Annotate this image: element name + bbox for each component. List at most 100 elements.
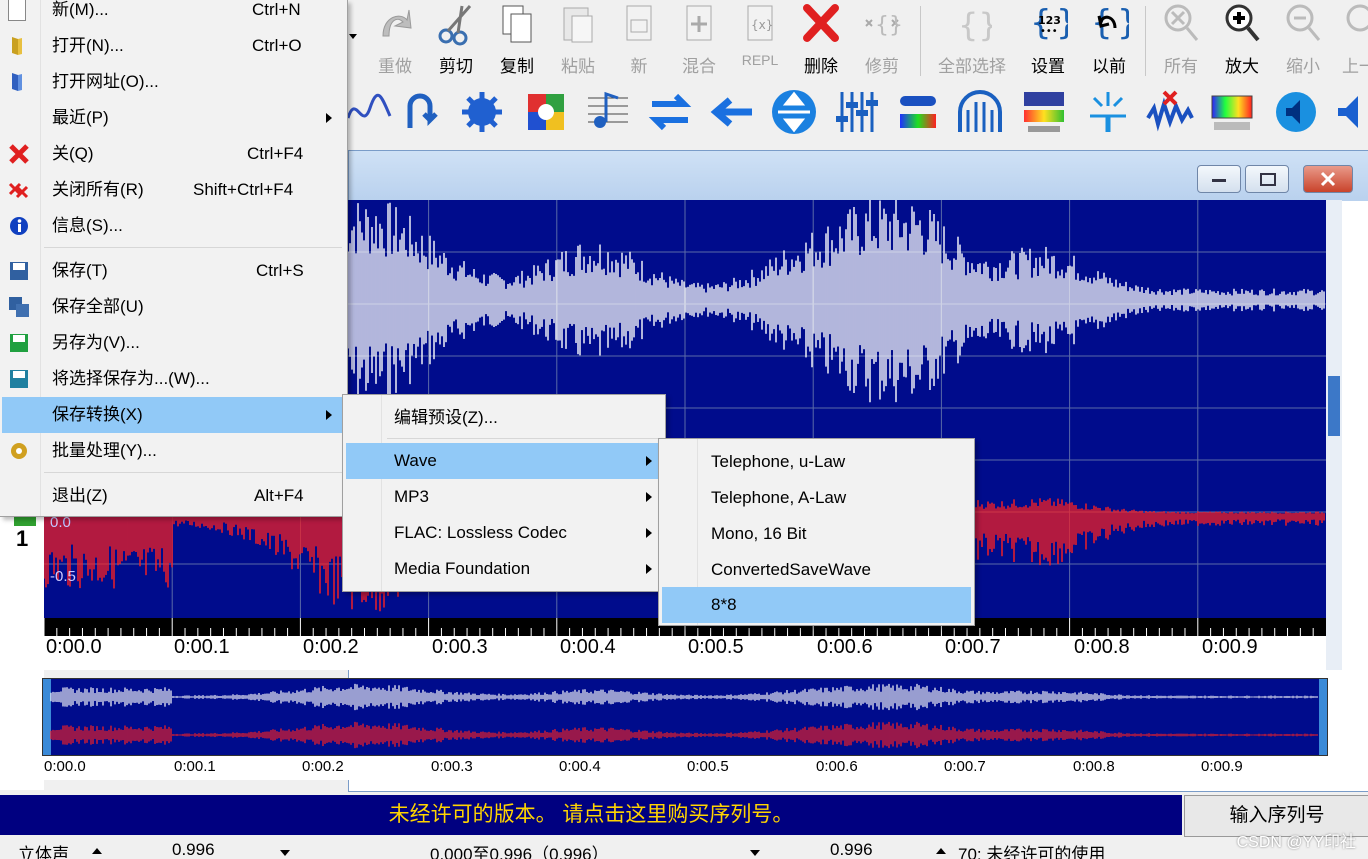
menu-item-open-url[interactable]: 打开网址(O)... <box>0 64 347 100</box>
position-field: 0.996 <box>830 840 873 859</box>
menu-label: 批量处理(Y)... <box>52 441 157 460</box>
zoom-all-label: 所有 <box>1164 57 1198 76</box>
menu-separator <box>387 438 661 439</box>
menu-label: 信息(S)... <box>52 216 123 235</box>
color-effect-icon[interactable] <box>522 88 570 136</box>
menu-item-telephone-alaw[interactable]: Telephone, A-Law <box>659 480 974 516</box>
equalizer-icon[interactable] <box>832 88 880 136</box>
previous-button[interactable]: {} 以前 <box>1080 0 1138 78</box>
menu-item-save[interactable]: 保存(T) Ctrl+S <box>0 253 347 289</box>
spectrum-bar-icon[interactable] <box>894 88 942 136</box>
menu-item-mono-16bit[interactable]: Mono, 16 Bit <box>659 516 974 552</box>
burst-icon[interactable] <box>1084 88 1132 136</box>
menu-item-8x8[interactable]: 8*8 <box>662 587 971 623</box>
menu-item-edit-presets[interactable]: 编辑预设(Z)... <box>343 400 665 436</box>
menu-item-converted-save-wave[interactable]: ConvertedSaveWave <box>659 552 974 588</box>
overview-canvas[interactable] <box>43 679 1327 755</box>
menu-item-save-convert[interactable]: 保存转换(X) <box>2 397 344 433</box>
noise-remove-icon[interactable] <box>1146 88 1194 136</box>
vertical-expand-icon[interactable] <box>770 88 818 136</box>
arch-filter-icon[interactable] <box>956 88 1004 136</box>
settings-icon: {}123••• <box>1030 3 1068 43</box>
submenu-arrow-icon <box>326 113 332 123</box>
gear-effect-icon[interactable] <box>458 88 506 136</box>
channels-spin-icon[interactable] <box>92 848 102 854</box>
new-button[interactable]: 新 <box>610 0 668 78</box>
status-bar: 立体声 0.996 0.000至0.996（0.996） 0.996 70: 未… <box>0 838 1368 859</box>
scrollbar-thumb[interactable] <box>1328 376 1340 436</box>
volume-icon[interactable] <box>1332 88 1368 136</box>
info-icon <box>10 217 28 235</box>
menu-item-save-all[interactable]: 保存全部(U) <box>0 289 347 325</box>
vertical-scrollbar[interactable] <box>1326 200 1342 670</box>
mix-button[interactable]: 混合 <box>670 0 728 78</box>
selection-field: 0.000至0.996（0.996） <box>430 845 609 859</box>
length-dropdown-icon[interactable] <box>280 850 290 856</box>
minimize-button[interactable] <box>1197 165 1241 193</box>
menu-item-close[interactable]: 关(Q) Ctrl+F4 <box>0 136 347 172</box>
copy-button[interactable]: 复制 <box>488 0 546 78</box>
zoom-prev-button[interactable]: 上一 <box>1334 0 1368 78</box>
unlicensed-banner[interactable]: 未经许可的版本。 请点击这里购买序列号。 <box>0 795 1182 835</box>
redo-button[interactable]: 重做 <box>366 0 424 78</box>
convert-submenu: 编辑预设(Z)... Wave MP3 FLAC: Lossless Codec… <box>342 394 666 592</box>
time-label: 0:00.8 <box>1074 636 1130 658</box>
menu-item-new[interactable]: 新(M)... Ctrl+N <box>0 0 347 28</box>
menu-item-flac[interactable]: FLAC: Lossless Codec <box>343 515 665 551</box>
trim-icon: {} <box>865 13 902 38</box>
overview-waveform[interactable] <box>42 678 1328 756</box>
wave-effect-icon[interactable] <box>346 88 394 136</box>
menu-item-batch[interactable]: 批量处理(Y)... <box>0 433 347 469</box>
spectrogram-icon[interactable] <box>1020 88 1068 136</box>
window-close-button[interactable] <box>1303 165 1353 193</box>
close-icon <box>1320 171 1336 187</box>
position-spin-icon[interactable] <box>936 848 946 854</box>
menu-item-media-foundation[interactable]: Media Foundation <box>343 551 665 587</box>
time-label: 0:00.5 <box>688 636 744 658</box>
paste-icon <box>563 7 593 43</box>
paste-button[interactable]: 粘贴 <box>549 0 607 78</box>
menu-item-info[interactable]: 信息(S)... <box>0 208 347 244</box>
menu-item-mp3[interactable]: MP3 <box>343 479 665 515</box>
menu-item-save-selection[interactable]: 将选择保存为...(W)... <box>0 361 347 397</box>
maximize-button[interactable] <box>1245 165 1289 193</box>
paste-label: 粘贴 <box>561 57 595 76</box>
zoom-in-button[interactable]: 放大 <box>1213 0 1271 78</box>
menu-item-close-all[interactable]: 关闭所有(R) Shift+Ctrl+F4 <box>0 172 347 208</box>
music-note-icon[interactable] <box>584 88 632 136</box>
time-label: 0:00.2 <box>303 636 359 658</box>
dropdown-arrow-icon[interactable] <box>349 34 357 39</box>
save-selection-icon <box>10 370 28 388</box>
close-icon <box>9 144 29 164</box>
menu-label: Telephone, A-Law <box>711 488 847 507</box>
speaker-icon[interactable] <box>1272 88 1320 136</box>
svg-text:•••: ••• <box>1040 26 1058 37</box>
menu-item-save-as[interactable]: 另存为(V)... <box>0 325 347 361</box>
cut-button[interactable]: 剪切 <box>427 0 485 78</box>
new-icon <box>626 5 652 41</box>
trim-button[interactable]: {} 修剪 <box>853 0 911 78</box>
swap-arrows-icon[interactable] <box>646 88 694 136</box>
restore-icon <box>1260 173 1276 186</box>
select-all-button[interactable]: {} 全部选择 <box>932 0 1012 78</box>
wave-submenu: Telephone, u-Law Telephone, A-Law Mono, … <box>658 438 975 626</box>
time-label: 0:00.6 <box>817 636 873 658</box>
replace-button[interactable]: {x} REPL <box>731 0 789 78</box>
left-arrow-icon[interactable] <box>708 88 756 136</box>
menu-item-wave[interactable]: Wave <box>346 443 660 479</box>
settings-button[interactable]: {}123••• 设置 <box>1019 0 1077 78</box>
submenu-arrow-icon <box>646 564 652 574</box>
previous-icon: {} <box>1091 3 1129 43</box>
zoom-out-button[interactable]: 缩小 <box>1274 0 1332 78</box>
menu-label: 关闭所有(R) <box>52 180 144 199</box>
color-meter-icon[interactable] <box>1208 88 1256 136</box>
menu-item-telephone-ulaw[interactable]: Telephone, u-Law <box>659 444 974 480</box>
menu-item-open[interactable]: 打开(N)... Ctrl+O <box>0 28 347 64</box>
delete-button[interactable]: 删除 <box>792 0 850 78</box>
zoom-prev-icon <box>1346 4 1368 32</box>
menu-item-exit[interactable]: 退出(Z) Alt+F4 <box>0 478 347 514</box>
selection-dropdown-icon[interactable] <box>750 850 760 856</box>
reverse-icon[interactable] <box>396 88 444 136</box>
zoom-all-button[interactable]: 所有 <box>1152 0 1210 78</box>
menu-item-recent[interactable]: 最近(P) <box>0 100 347 136</box>
